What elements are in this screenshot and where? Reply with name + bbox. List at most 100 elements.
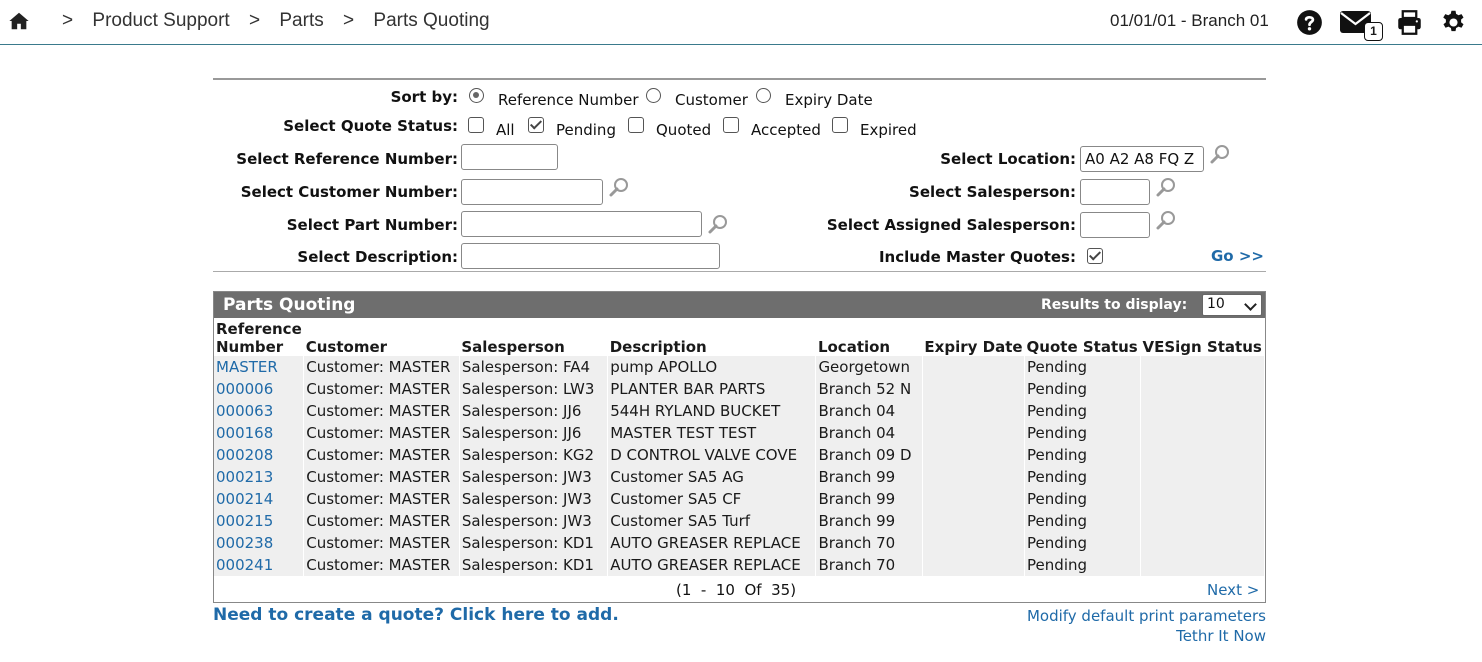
description-input[interactable] [461, 243, 720, 269]
results-table: Reference Number Customer Salesperson De… [214, 320, 1265, 576]
part-search-icon[interactable] [707, 213, 729, 235]
table-cell: Salesperson: KD1 [459, 554, 609, 576]
table-cell[interactable]: MASTER [214, 356, 305, 378]
date-branch[interactable]: 01/01/01 - Branch 01 [1110, 11, 1269, 31]
location-label: Select Location: [940, 150, 1076, 168]
sort-customer-radio[interactable] [646, 88, 661, 103]
col-description[interactable]: Description [608, 320, 816, 356]
table-cell[interactable]: 000168 [214, 422, 305, 444]
reference-number-link[interactable]: 000238 [216, 534, 273, 552]
results-header: Parts Quoting Results to display: 10 [214, 292, 1265, 318]
table-cell: 544H RYLAND BUCKET [607, 400, 817, 422]
table-cell[interactable]: 000238 [214, 532, 305, 554]
quote-status-label: Select Quote Status: [283, 117, 458, 135]
sort-reference-radio[interactable] [469, 88, 484, 103]
status-all-checkbox[interactable] [468, 117, 484, 133]
table-cell: Customer: MASTER [303, 400, 460, 422]
col-quote-status[interactable]: Quote Status [1025, 320, 1141, 356]
reference-number-link[interactable]: 000006 [216, 380, 273, 398]
table-cell: Branch 04 [815, 422, 923, 444]
table-cell: Customer SA5 AG [607, 466, 817, 488]
table-cell: Salesperson: KD1 [459, 532, 609, 554]
table-cell: Salesperson: LW3 [459, 378, 609, 400]
breadcrumb-parts[interactable]: Parts [279, 10, 323, 31]
assigned-salesperson-search-icon[interactable] [1155, 209, 1177, 231]
salesperson-search-icon[interactable] [1155, 176, 1177, 198]
table-cell [922, 510, 1026, 532]
col-salesperson[interactable]: Salesperson [459, 320, 607, 356]
table-cell [1140, 532, 1265, 554]
table-cell: Branch 99 [815, 488, 923, 510]
table-cell[interactable]: 000063 [214, 400, 305, 422]
table-cell: Customer: MASTER [303, 466, 460, 488]
table-cell[interactable]: 000006 [214, 378, 305, 400]
reference-number-link[interactable]: 000241 [216, 556, 273, 574]
location-input[interactable]: A0 A2 A8 FQ Z [1080, 146, 1204, 172]
breadcrumb-product-support[interactable]: Product Support [92, 10, 229, 31]
breadcrumb-parts-quoting: Parts Quoting [373, 10, 490, 31]
table-cell: AUTO GREASER REPLACE [607, 532, 817, 554]
part-number-input[interactable] [461, 211, 702, 237]
gear-icon[interactable] [1440, 9, 1467, 36]
table-cell: D CONTROL VALVE COVE [607, 444, 817, 466]
table-row: 000215 Customer: MASTER Salesperson: JW3 Cu… [214, 510, 1265, 532]
reference-number-input[interactable] [461, 144, 558, 170]
table-cell[interactable]: 000208 [214, 444, 305, 466]
home-icon[interactable] [8, 10, 30, 32]
modify-print-parameters-link[interactable]: Modify default print parameters [1027, 607, 1266, 625]
customer-search-icon[interactable] [608, 176, 630, 198]
table-cell: Customer: MASTER [303, 356, 460, 378]
col-customer[interactable]: Customer [304, 320, 460, 356]
table-cell [1140, 422, 1265, 444]
status-accepted-checkbox[interactable] [723, 117, 739, 133]
help-icon[interactable] [1296, 9, 1323, 36]
reference-number-link[interactable]: MASTER [216, 358, 278, 376]
go-button[interactable]: Go >> [1211, 247, 1264, 265]
breadcrumb: > Product Support > Parts > Parts Quotin… [62, 10, 504, 32]
table-cell[interactable]: 000213 [214, 466, 305, 488]
reference-number-link[interactable]: 000208 [216, 446, 273, 464]
sort-reference-label: Reference Number [498, 91, 639, 109]
description-label: Select Description: [297, 248, 458, 266]
results-count-select[interactable]: 10 [1202, 294, 1262, 316]
col-location[interactable]: Location [816, 320, 922, 356]
status-expired-checkbox[interactable] [832, 117, 848, 133]
next-page-link[interactable]: Next > [1207, 581, 1259, 599]
status-pending-label: Pending [556, 121, 616, 139]
status-quoted-label: Quoted [656, 121, 712, 139]
table-cell: Salesperson: JJ6 [459, 422, 609, 444]
table-cell[interactable]: 000214 [214, 488, 305, 510]
add-quote-link[interactable]: Need to create a quote? Click here to ad… [213, 605, 619, 625]
assigned-salesperson-input[interactable] [1080, 212, 1150, 238]
breadcrumb-separator: > [248, 10, 261, 31]
table-row: 000168 Customer: MASTER Salesperson: JJ6 MA… [214, 422, 1265, 444]
status-accepted-label: Accepted [751, 121, 821, 139]
col-vesign-status[interactable]: VESign Status [1141, 320, 1265, 356]
reference-number-link[interactable]: 000063 [216, 402, 273, 420]
status-pending-checkbox[interactable] [528, 117, 544, 133]
salesperson-input[interactable] [1080, 179, 1150, 205]
location-search-icon[interactable] [1209, 143, 1231, 165]
table-cell [922, 532, 1026, 554]
print-icon[interactable] [1395, 9, 1424, 36]
status-quoted-checkbox[interactable] [628, 117, 644, 133]
table-row: 000213 Customer: MASTER Salesperson: JW3 Cu… [214, 466, 1265, 488]
table-cell: Pending [1024, 400, 1141, 422]
col-expiry-date[interactable]: Expiry Date [922, 320, 1024, 356]
salesperson-label: Select Salesperson: [909, 183, 1076, 201]
results-count-value: 10 [1207, 296, 1225, 312]
table-cell[interactable]: 000215 [214, 510, 305, 532]
include-master-checkbox[interactable] [1087, 248, 1103, 264]
table-row: 000214 Customer: MASTER Salesperson: JW3 Cu… [214, 488, 1265, 510]
sort-customer-label: Customer [675, 91, 748, 109]
table-cell[interactable]: 000241 [214, 554, 305, 576]
sort-expiry-radio[interactable] [756, 88, 771, 103]
tethr-it-now-link[interactable]: Tethr It Now [1176, 627, 1266, 645]
status-expired-label: Expired [860, 121, 917, 139]
reference-number-link[interactable]: 000214 [216, 490, 273, 508]
reference-number-link[interactable]: 000168 [216, 424, 273, 442]
col-reference-number[interactable]: Reference Number [214, 320, 304, 356]
customer-number-input[interactable] [461, 179, 603, 205]
reference-number-link[interactable]: 000215 [216, 512, 273, 530]
reference-number-link[interactable]: 000213 [216, 468, 273, 486]
